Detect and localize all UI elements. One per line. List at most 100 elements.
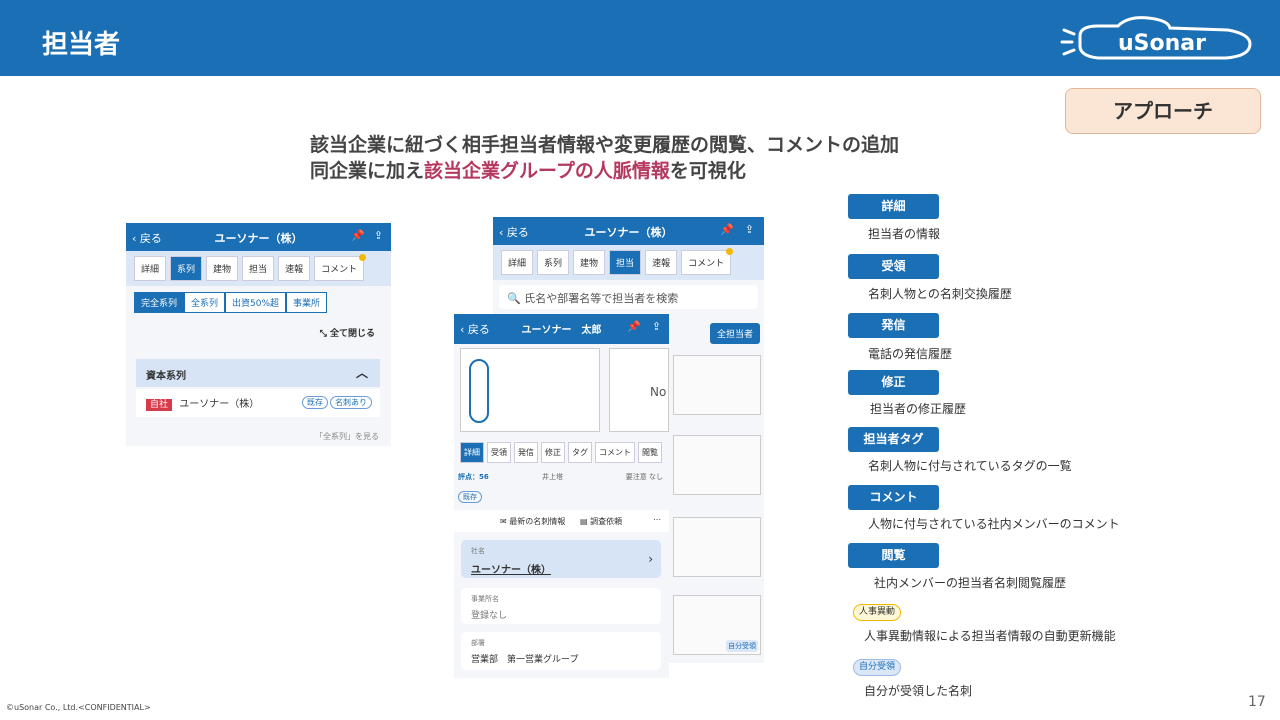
- legend-desc-revision: 担当者の修正履歴: [870, 402, 967, 416]
- tab-building[interactable]: 建物: [206, 256, 239, 281]
- pin-icon[interactable]: 📌: [720, 223, 734, 236]
- contact-search-input[interactable]: 🔍 氏名や部署名等で担当者を検索: [499, 285, 758, 309]
- card-thumbnail[interactable]: [673, 355, 761, 415]
- tab-comment[interactable]: コメント: [681, 248, 734, 275]
- department-label: 部署: [471, 639, 485, 647]
- office-field: 事業所名 登録なし: [461, 588, 661, 624]
- screen2-tabs: 詳細 系列 建物 担当 速報 コメント: [493, 245, 764, 280]
- screen1-header: ‹ 戻る ユーソナー（株） 📌 ⇪: [126, 223, 391, 251]
- action-bar: ✉ 最新の名刺情報 ▤ 調査依頼 ⋯: [454, 510, 669, 532]
- legend-label-tag: 担当者タグ: [848, 427, 939, 452]
- business-card-image[interactable]: [460, 348, 600, 432]
- existing-badge: 既存: [302, 396, 328, 409]
- header-bar: 担当者 uSonar: [0, 0, 1280, 76]
- approach-badge: アプローチ: [1065, 88, 1261, 134]
- more-icon[interactable]: ⋯: [653, 515, 661, 524]
- headline-line2: 同企業に加え該当企業グループの人脈情報を可視化: [310, 158, 899, 184]
- self-received-badge: 自分受領: [726, 640, 758, 652]
- all-contacts-button[interactable]: 全担当者: [709, 323, 760, 344]
- logo-text: uSonar: [1118, 31, 1206, 56]
- department-value: 営業部 第一営業グループ: [471, 655, 579, 665]
- card-badge: 名刺あり: [330, 396, 372, 409]
- department-field: 部署 営業部 第一営業グループ: [461, 632, 661, 670]
- tab-tag[interactable]: タグ: [568, 442, 592, 463]
- investigation-request-button[interactable]: ▤ 調査依頼: [580, 516, 622, 527]
- legend-desc-received: 名刺人物との名刺交換履歴: [868, 287, 1012, 301]
- group-row[interactable]: 自社 ユーソナー（株） 既存 名刺あり: [136, 389, 380, 417]
- company-label: 社名: [471, 547, 485, 555]
- share-icon[interactable]: ⇪: [745, 223, 754, 236]
- card-thumbnail[interactable]: [673, 517, 761, 577]
- legend-desc-comment: 人物に付与されている社内メンバーのコメント: [868, 517, 1120, 531]
- filter-all[interactable]: 全系列: [184, 292, 226, 313]
- pin-icon[interactable]: 📌: [351, 229, 365, 242]
- tab-details[interactable]: 詳細: [134, 256, 167, 281]
- headline-highlight: 該当企業グループの人脈情報: [424, 160, 670, 182]
- page-number: 17: [1248, 694, 1266, 710]
- section-capital-group[interactable]: 資本系列 ︿: [136, 359, 380, 387]
- collapse-all-button[interactable]: ⤡ 全て閉じる: [320, 326, 375, 339]
- tab-details[interactable]: 詳細: [460, 442, 484, 463]
- status-badge: 既存: [458, 491, 482, 503]
- legend-label-outgoing: 発信: [848, 313, 939, 338]
- notification-dot: [359, 254, 367, 261]
- search-icon: 🔍: [507, 292, 521, 305]
- legend-desc-views: 社内メンバーの担当者名刺閲覧履歴: [874, 576, 1067, 590]
- chevron-up-icon[interactable]: ︿: [356, 364, 368, 381]
- latest-card-button[interactable]: ✉ 最新の名刺情報: [500, 516, 565, 527]
- tab-details[interactable]: 詳細: [501, 250, 534, 275]
- screen-group-tab: ‹ 戻る ユーソナー（株） 📌 ⇪ 詳細 系列 建物 担当 速報 コメント 完全…: [126, 223, 391, 446]
- chevron-right-icon: ›: [648, 552, 653, 566]
- score-row: 評点：56 井上塔 要注意 なし: [456, 472, 667, 486]
- legend-desc-tag: 名刺人物に付与されているタグの一覧: [868, 459, 1072, 473]
- tab-comment[interactable]: コメント: [595, 442, 635, 463]
- filter-office[interactable]: 事業所: [286, 292, 328, 313]
- filter-complete[interactable]: 完全系列: [134, 292, 185, 313]
- card-thumbnail[interactable]: 自分受領: [673, 595, 761, 655]
- tab-comment[interactable]: コメント: [314, 254, 367, 281]
- tab-views[interactable]: 閲覧: [638, 442, 662, 463]
- usonar-logo: uSonar: [1060, 16, 1252, 60]
- filter-50[interactable]: 出資50%超: [225, 292, 287, 313]
- company-link[interactable]: ユーソナー（株）: [471, 561, 651, 576]
- tab-news[interactable]: 速報: [278, 256, 311, 281]
- legend-desc-details: 担当者の情報: [868, 227, 941, 241]
- chip-personnel-change: 人事異動: [853, 604, 902, 621]
- card-logo-mark: [469, 359, 489, 423]
- screen2-header: ‹ 戻る ユーソナー（株） 📌 ⇪: [493, 217, 764, 245]
- filter-segment: 完全系列 全系列 出資50%超 事業所: [134, 292, 383, 313]
- card-thumbnail[interactable]: [673, 435, 761, 495]
- company-field[interactable]: 社名 ユーソナー（株） ›: [461, 540, 661, 578]
- headline-line2-post: を可視化: [669, 160, 746, 182]
- owner-name: 井上塔: [542, 473, 563, 481]
- legend-label-comment: コメント: [848, 485, 939, 510]
- tab-group[interactable]: 系列: [537, 250, 570, 275]
- self-badge: 自社: [146, 399, 173, 411]
- business-card-back[interactable]: No: [609, 348, 669, 432]
- caution-label: 要注意 なし: [625, 473, 663, 481]
- office-value: 登録なし: [471, 611, 508, 621]
- pin-icon[interactable]: 📌: [627, 320, 641, 333]
- screen3-tabs: 詳細 受領 発信 修正 タグ コメント 閲覧: [460, 442, 662, 463]
- chip-self-received: 自分受領: [853, 659, 902, 676]
- copyright-footer: ©uSonar Co., Ltd.<CONFIDENTIAL>: [6, 703, 151, 712]
- tab-building[interactable]: 建物: [573, 250, 606, 275]
- notification-dot: [726, 248, 734, 255]
- tab-contacts[interactable]: 担当: [609, 250, 642, 275]
- group-company-name[interactable]: ユーソナー（株）: [179, 399, 259, 410]
- headline-line1: 該当企業に紐づく相手担当者情報や変更履歴の閲覧、コメントの追加: [310, 134, 900, 156]
- score-label: 評点：56: [458, 473, 489, 481]
- tab-news[interactable]: 速報: [645, 250, 678, 275]
- legend-label-views: 閲覧: [848, 543, 939, 568]
- legend-label-received: 受領: [848, 254, 939, 279]
- tab-group[interactable]: 系列: [170, 256, 203, 281]
- tab-contacts[interactable]: 担当: [242, 256, 275, 281]
- see-all-link[interactable]: 「全系列」を見る: [315, 431, 379, 442]
- tab-revision[interactable]: 修正: [541, 442, 565, 463]
- share-icon[interactable]: ⇪: [374, 229, 383, 242]
- tab-received[interactable]: 受領: [487, 442, 511, 463]
- screen1-tabs: 詳細 系列 建物 担当 速報 コメント: [126, 251, 391, 286]
- screen-person-detail: ‹ 戻る ユーソナー 太郎 📌 ⇪ No 詳細 受領 発信 修正 タグ コメント…: [454, 314, 669, 678]
- share-icon[interactable]: ⇪: [652, 320, 661, 333]
- tab-outgoing[interactable]: 発信: [514, 442, 538, 463]
